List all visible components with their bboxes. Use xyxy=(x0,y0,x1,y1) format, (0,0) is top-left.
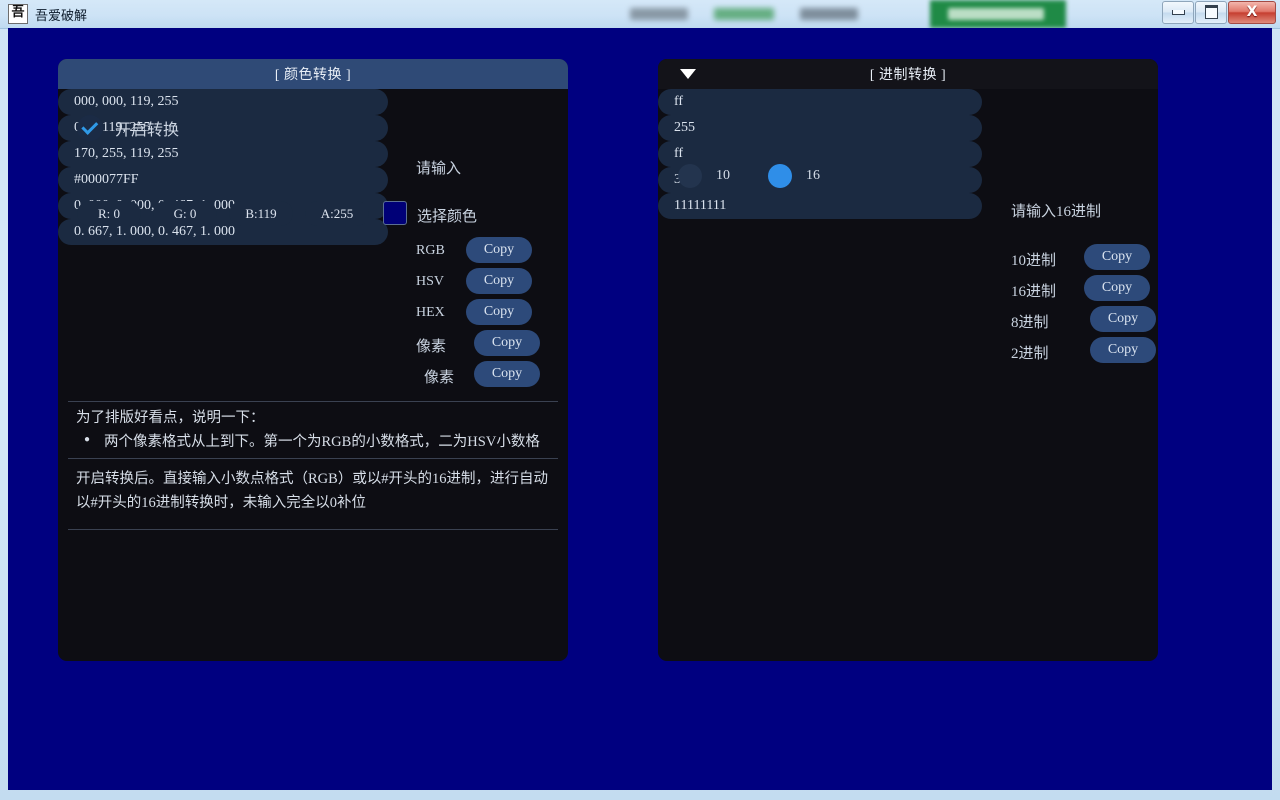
copy-button-hex-radix[interactable]: Copy xyxy=(1084,275,1150,301)
result-field-hex[interactable]: #000077FF xyxy=(58,167,388,193)
color-panel-header: [ 颜色转换 ] xyxy=(58,59,568,89)
radix-input-label: 请输入16进制 xyxy=(1011,204,1102,220)
result-label-hex: HEX xyxy=(416,305,445,320)
copy-button-pixel-rgb[interactable]: Copy xyxy=(474,330,540,356)
radix-result-field-dec[interactable]: 255 xyxy=(658,115,982,141)
radix-radio-group: 10 16 xyxy=(678,164,820,188)
result-field-hsv[interactable]: 170, 255, 119, 255 xyxy=(58,141,388,167)
notes-primary-block: 为了排版好看点，说明一下： 两个像素格式从上到下。第一个为RGB的小数格式，二为… xyxy=(68,401,558,459)
color-conversion-panel: [ 颜色转换 ] 开启转换 000, 000, 119, 255 请输入 R: … xyxy=(58,59,568,661)
result-label-pixel-rgb: 像素 xyxy=(416,339,447,355)
color-panel-title: [ 颜色转换 ] xyxy=(274,68,352,83)
radix-input-field[interactable]: ff xyxy=(658,89,982,115)
maximize-icon xyxy=(1204,5,1218,19)
close-button[interactable]: X xyxy=(1228,0,1276,24)
copy-button-rgb[interactable]: Copy xyxy=(466,237,532,263)
redacted-item-1 xyxy=(630,8,688,20)
radix-result-label-hex: 16进制 xyxy=(1011,284,1057,300)
app-identity: 吾 吾爱破解 xyxy=(0,0,87,28)
channel-chip-g[interactable]: G: 0 xyxy=(153,201,217,226)
result-label-pixel-hsv: 像素 xyxy=(424,370,455,386)
color-panel-body: 开启转换 000, 000, 119, 255 请输入 R: 0 G: 0 B:… xyxy=(58,89,568,661)
radix-panel-body: 10 16 ff 请输入16进制 255 10进制 Copy ff 16进制 C… xyxy=(658,89,1158,661)
redacted-item-2 xyxy=(714,8,774,20)
color-input-label: 请输入 xyxy=(416,161,462,177)
copy-button-bin[interactable]: Copy xyxy=(1090,337,1156,363)
radio-base-10[interactable] xyxy=(678,164,702,188)
enable-conversion-label: 开启转换 xyxy=(115,122,180,139)
minimize-button[interactable] xyxy=(1162,0,1194,24)
minimize-icon xyxy=(1171,9,1185,15)
copy-button-oct[interactable]: Copy xyxy=(1090,306,1156,332)
title-bar: 吾 吾爱破解 X xyxy=(0,0,1280,29)
app-title: 吾爱破解 xyxy=(35,8,88,24)
close-icon: X xyxy=(1246,4,1258,20)
copy-button-hsv[interactable]: Copy xyxy=(466,268,532,294)
enable-conversion-toggle[interactable]: 开启转换 xyxy=(77,115,179,141)
notes-line-1: 开启转换后。直接输入小数点格式（RGB）或以#开头的16进制，进行自动 xyxy=(76,471,549,487)
enable-conversion-checkbox-icon[interactable] xyxy=(77,115,103,141)
redacted-item-3 xyxy=(800,8,858,20)
notes-bottom-divider xyxy=(68,529,558,530)
copy-button-dec[interactable]: Copy xyxy=(1084,244,1150,270)
window-controls: X xyxy=(1161,0,1276,24)
radix-result-label-bin: 2进制 xyxy=(1011,346,1049,362)
radix-result-label-oct: 8进制 xyxy=(1011,315,1049,331)
copy-button-pixel-hsv[interactable]: Copy xyxy=(474,361,540,387)
notes-bullet-item: 两个像素格式从上到下。第一个为RGB的小数格式，二为HSV小数格 xyxy=(68,430,558,454)
radio-base-16[interactable] xyxy=(768,164,792,188)
redacted-highlighted-label xyxy=(948,8,1044,20)
maximize-button[interactable] xyxy=(1195,0,1227,24)
copy-button-hex[interactable]: Copy xyxy=(466,299,532,325)
radix-conversion-panel: [ 进制转换 ] 10 16 ff 请输入16进制 255 10进制 Copy … xyxy=(658,59,1158,661)
notes-secondary-block: 开启转换后。直接输入小数点格式（RGB）或以#开头的16进制，进行自动 以#开头… xyxy=(68,467,558,515)
triangle-down-icon[interactable] xyxy=(680,69,696,79)
notes-heading: 为了排版好看点，说明一下： xyxy=(76,410,265,426)
app-icon: 吾 xyxy=(8,4,28,24)
radix-panel-title: [ 进制转换 ] xyxy=(869,68,947,83)
window-frame: 吾 吾爱破解 X [ 颜色转换 ] 开启转换 000, 000, 119, 25… xyxy=(0,0,1280,800)
radix-result-field-bin[interactable]: 11111111 xyxy=(658,193,982,219)
app-canvas: [ 颜色转换 ] 开启转换 000, 000, 119, 255 请输入 R: … xyxy=(8,28,1272,790)
radio-label-base-16: 16 xyxy=(806,168,820,183)
radix-result-label-dec: 10进制 xyxy=(1011,253,1057,269)
channel-chip-r[interactable]: R: 0 xyxy=(77,201,141,226)
color-swatch-button[interactable] xyxy=(383,201,407,225)
redacted-highlighted-item xyxy=(930,0,1066,28)
channel-chip-b[interactable]: B:119 xyxy=(229,201,293,226)
notes-line-2: 以#开头的16进制转换时，未输入完全以0补位 xyxy=(76,495,366,511)
radix-panel-header[interactable]: [ 进制转换 ] xyxy=(658,59,1158,89)
radio-label-base-10: 10 xyxy=(716,168,730,183)
channel-chip-a[interactable]: A:255 xyxy=(305,201,369,226)
color-input-field[interactable]: 000, 000, 119, 255 xyxy=(58,89,388,115)
result-label-hsv: HSV xyxy=(416,274,445,289)
result-label-rgb: RGB xyxy=(416,243,445,258)
color-swatch-label: 选择颜色 xyxy=(417,209,478,225)
